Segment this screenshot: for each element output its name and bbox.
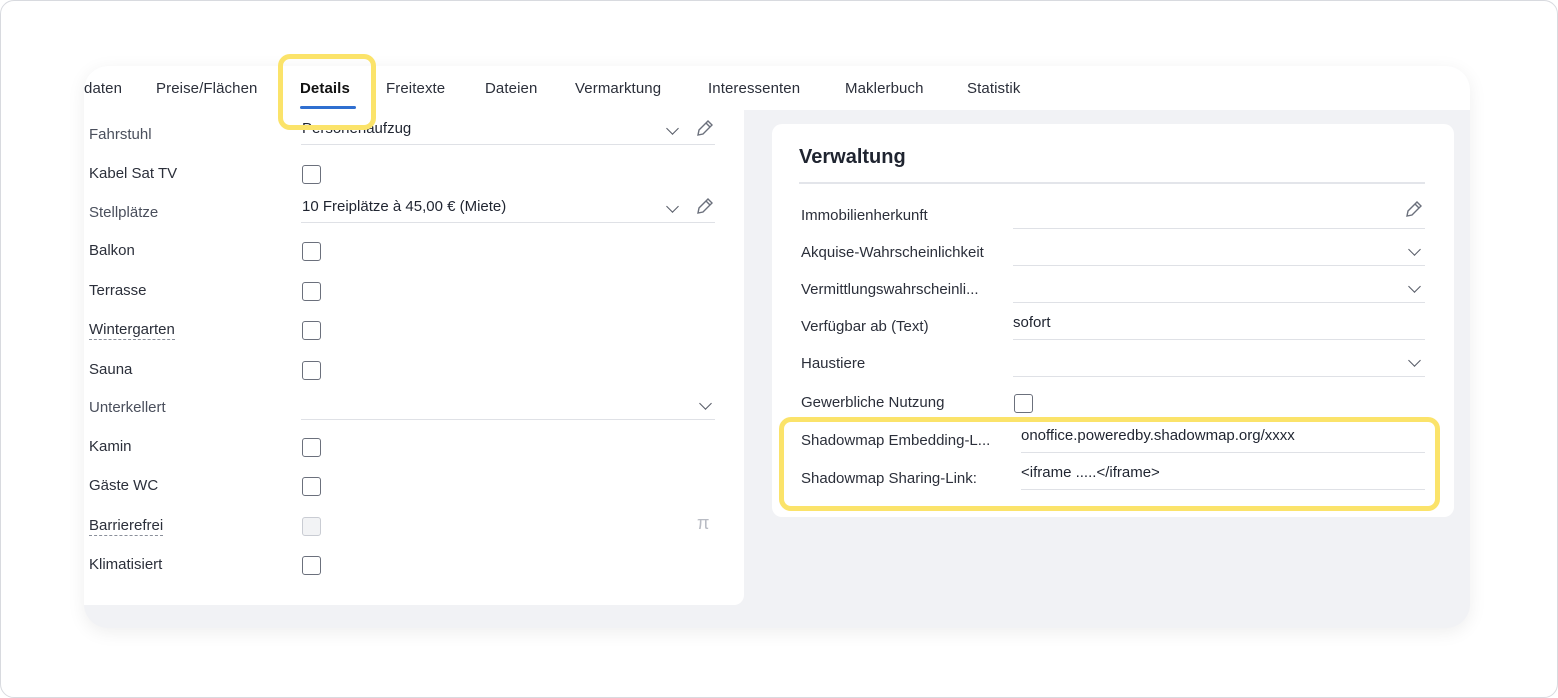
chevron-down-icon[interactable] bbox=[1408, 280, 1421, 293]
tab-details[interactable]: Details bbox=[300, 80, 350, 97]
chevron-down-icon[interactable] bbox=[699, 397, 712, 410]
label-shadowmap-sharing-link: Shadowmap Sharing-Link: bbox=[801, 470, 977, 487]
tab-interessenten[interactable]: Interessenten bbox=[708, 80, 800, 97]
chevron-down-icon[interactable] bbox=[1408, 354, 1421, 367]
field-shadowmap-embedding-link-value: onoffice.poweredby.shadowmap.org/xxxx bbox=[1021, 427, 1295, 444]
active-tab-indicator bbox=[300, 106, 356, 109]
tab-statistik[interactable]: Statistik bbox=[967, 80, 1020, 97]
chevron-down-icon[interactable] bbox=[666, 200, 679, 213]
label-terrasse: Terrasse bbox=[89, 282, 147, 299]
label-shadowmap-embedding-link: Shadowmap Embedding-L... bbox=[801, 432, 991, 449]
checkbox-klimatisiert[interactable] bbox=[302, 556, 321, 575]
select-akquise-wahrscheinlichkeit[interactable] bbox=[1013, 237, 1425, 266]
details-panel: Fahrstuhl Personenaufzug Kabel Sat TV St… bbox=[84, 110, 744, 605]
checkbox-terrasse[interactable] bbox=[302, 282, 321, 301]
label-sauna: Sauna bbox=[89, 361, 133, 378]
label-akquise-wahrscheinlichkeit: Akquise-Wahrscheinlichkeit bbox=[801, 244, 984, 261]
label-balkon: Balkon bbox=[89, 242, 135, 259]
chevron-down-icon[interactable] bbox=[666, 122, 679, 135]
label-kabel-sat-tv: Kabel Sat TV bbox=[89, 165, 178, 182]
checkbox-gaeste-wc[interactable] bbox=[302, 477, 321, 496]
label-barrierefrei: Barrierefrei bbox=[89, 517, 164, 536]
checkbox-wintergarten[interactable] bbox=[302, 321, 321, 340]
label-kamin: Kamin bbox=[89, 438, 132, 455]
select-unterkellert[interactable] bbox=[301, 391, 715, 420]
label-klimatisiert: Klimatisiert bbox=[89, 556, 163, 573]
pencil-icon[interactable] bbox=[695, 196, 715, 216]
label-wintergarten: Wintergarten bbox=[89, 321, 175, 340]
property-editor-card: daten Preise/Flächen Details Freitexte D… bbox=[84, 66, 1470, 628]
label-unterkellert: Unterkellert bbox=[89, 399, 166, 416]
select-stellplaetze-value: 10 Freiplätze à 45,00 € (Miete) bbox=[302, 198, 507, 215]
section-title-verwaltung: Verwaltung bbox=[799, 146, 906, 168]
checkbox-barrierefrei bbox=[302, 517, 321, 536]
select-fahrstuhl[interactable]: Personenaufzug bbox=[301, 116, 715, 145]
checkbox-balkon[interactable] bbox=[302, 242, 321, 261]
label-gaeste-wc: Gäste WC bbox=[89, 477, 159, 494]
field-verfuegbar-ab-value: sofort bbox=[1013, 314, 1051, 331]
checkbox-kamin[interactable] bbox=[302, 438, 321, 457]
label-haustiere: Haustiere bbox=[801, 355, 866, 372]
tab-maklerbuch[interactable]: Maklerbuch bbox=[845, 80, 924, 97]
tab-bar: daten Preise/Flächen Details Freitexte D… bbox=[84, 66, 1470, 110]
select-fahrstuhl-value: Personenaufzug bbox=[302, 120, 412, 137]
checkbox-sauna[interactable] bbox=[302, 361, 321, 380]
verwaltung-panel: Verwaltung Immobilienherkunft Akquise-Wa… bbox=[772, 124, 1454, 517]
field-immobilienherkunft[interactable] bbox=[1013, 200, 1425, 229]
label-vermittlungswahrscheinlichkeit: Vermittlungswahrscheinli... bbox=[801, 281, 979, 298]
tab-dateien[interactable]: Dateien bbox=[485, 80, 537, 97]
label-verfuegbar-ab: Verfügbar ab (Text) bbox=[801, 318, 929, 335]
field-shadowmap-embedding-link[interactable]: onoffice.poweredby.shadowmap.org/xxxx bbox=[1021, 424, 1425, 453]
tab-preise-flaechen[interactable]: Preise/Flächen bbox=[156, 80, 257, 97]
select-stellplaetze[interactable]: 10 Freiplätze à 45,00 € (Miete) bbox=[301, 194, 715, 223]
field-shadowmap-sharing-link-value: <iframe .....</iframe> bbox=[1021, 464, 1160, 481]
tab-freitexte[interactable]: Freitexte bbox=[386, 80, 445, 97]
pi-icon: π bbox=[697, 513, 710, 533]
chevron-down-icon[interactable] bbox=[1408, 243, 1421, 256]
label-fahrstuhl: Fahrstuhl bbox=[89, 126, 152, 143]
pencil-icon[interactable] bbox=[695, 118, 715, 138]
field-verfuegbar-ab[interactable]: sofort bbox=[1013, 311, 1425, 340]
pencil-icon[interactable] bbox=[1404, 199, 1424, 219]
label-stellplaetze: Stellplätze bbox=[89, 204, 159, 221]
field-shadowmap-sharing-link[interactable]: <iframe .....</iframe> bbox=[1021, 461, 1425, 490]
label-gewerbliche-nutzung: Gewerbliche Nutzung bbox=[801, 394, 945, 411]
select-haustiere[interactable] bbox=[1013, 348, 1425, 377]
tab-vermarktung[interactable]: Vermarktung bbox=[575, 80, 661, 97]
section-divider bbox=[799, 182, 1425, 184]
checkbox-kabel-sat-tv[interactable] bbox=[302, 165, 321, 184]
select-vermittlungswahrscheinlichkeit[interactable] bbox=[1013, 274, 1425, 303]
label-immobilienherkunft: Immobilienherkunft bbox=[801, 207, 928, 224]
tab-daten[interactable]: daten bbox=[84, 80, 122, 97]
checkbox-gewerbliche-nutzung[interactable] bbox=[1014, 394, 1033, 413]
